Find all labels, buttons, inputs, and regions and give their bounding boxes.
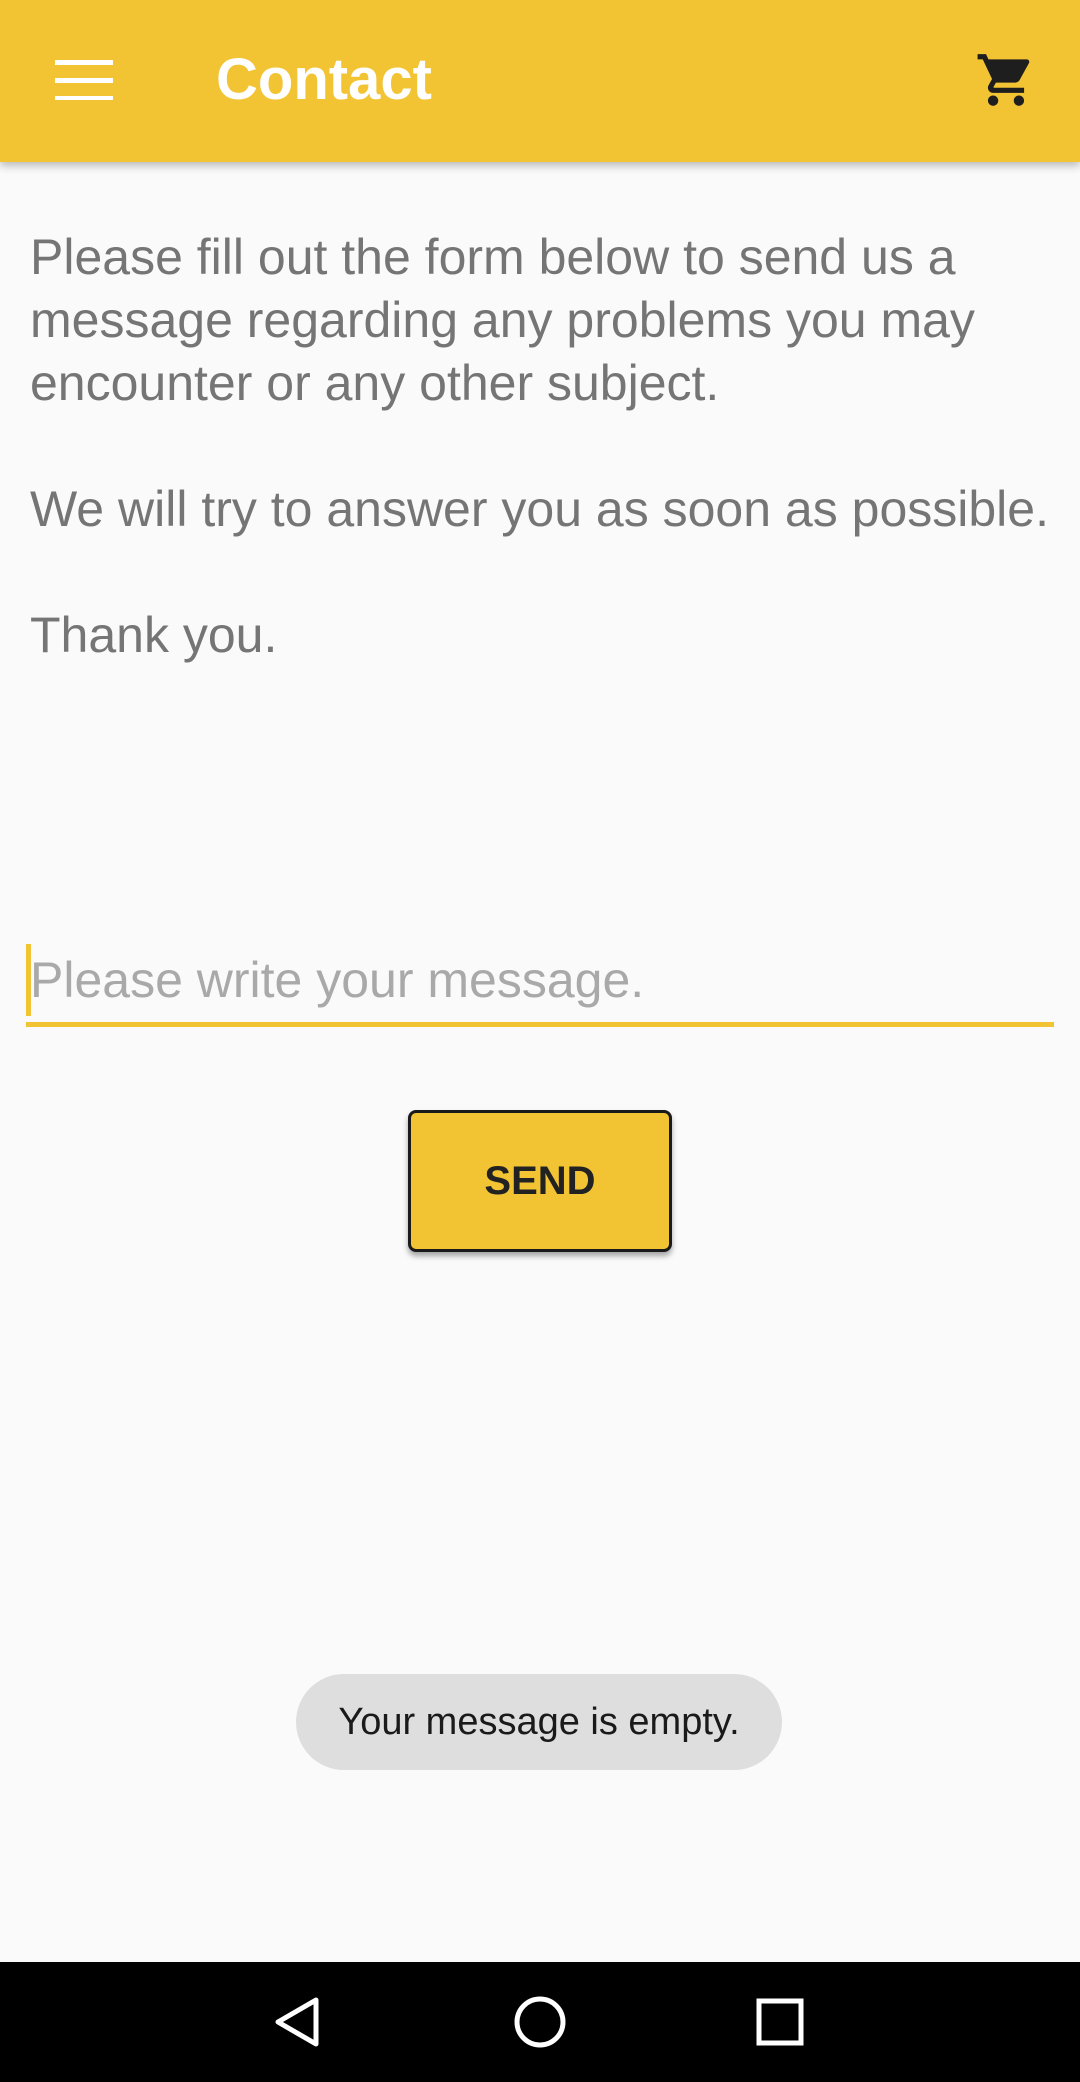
message-field-underline [26, 1022, 1054, 1027]
home-button[interactable] [500, 1982, 580, 2062]
toast-message: Your message is empty. [296, 1674, 782, 1770]
page-title: Contact [216, 47, 432, 112]
system-nav-bar [0, 1962, 1080, 2082]
app-bar: Contact [0, 0, 1080, 162]
hamburger-menu-icon [55, 60, 113, 100]
back-triangle-icon [275, 1997, 319, 2047]
recents-square-icon [756, 1998, 804, 2046]
contact-content: Please fill out the form below to send u… [30, 226, 1050, 667]
menu-button[interactable] [40, 46, 128, 114]
message-field[interactable] [26, 940, 1054, 1028]
cart-button[interactable] [966, 40, 1046, 120]
message-input[interactable] [26, 940, 1054, 1020]
shopping-cart-icon [977, 54, 1030, 106]
intro-text: Please fill out the form below to send u… [30, 226, 1050, 667]
intro-paragraph-1: Please fill out the form below to send u… [30, 229, 975, 411]
home-circle-icon [514, 1996, 566, 2048]
recents-button[interactable] [740, 1982, 820, 2062]
intro-paragraph-3: Thank you. [30, 607, 278, 663]
send-button[interactable]: SEND [408, 1110, 672, 1252]
intro-paragraph-2: We will try to answer you as soon as pos… [30, 481, 1049, 537]
text-cursor [26, 944, 31, 1016]
back-button[interactable] [258, 1982, 338, 2062]
